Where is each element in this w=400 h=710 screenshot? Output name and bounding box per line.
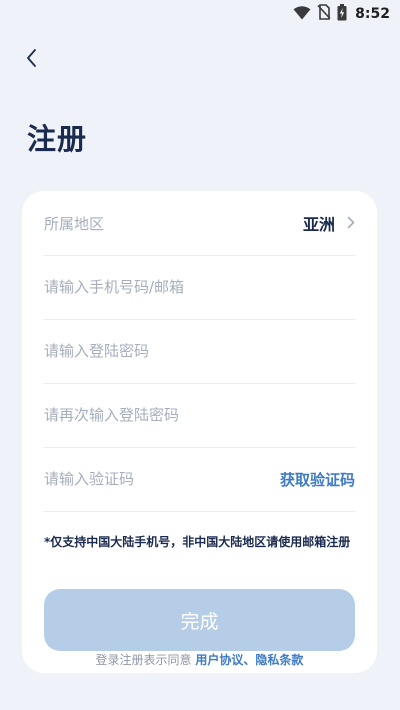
no-sim-icon xyxy=(317,4,331,24)
region-value: 亚洲 xyxy=(302,215,335,234)
wifi-icon xyxy=(293,5,311,24)
battery-charging-icon xyxy=(337,3,347,25)
register-form-card: 所属地区 亚洲 获取验证码 *仅支持中国大陆手机号，非中国大陆地区请使用邮箱注册… xyxy=(22,191,377,673)
password-confirm-input[interactable] xyxy=(44,406,355,424)
password-row xyxy=(44,319,355,384)
chevron-right-icon xyxy=(347,214,355,233)
privacy-policy-link[interactable]: 隐私条款 xyxy=(255,653,303,667)
region-selector[interactable]: 亚洲 xyxy=(303,211,355,235)
region-label: 所属地区 xyxy=(44,214,105,233)
phone-email-input[interactable] xyxy=(44,278,355,296)
user-agreement-link[interactable]: 用户协议 xyxy=(195,653,243,667)
back-button[interactable] xyxy=(18,46,46,74)
password-input[interactable] xyxy=(44,342,355,360)
region-row[interactable]: 所属地区 亚洲 xyxy=(44,191,355,256)
status-icons: 8:52 xyxy=(293,3,390,25)
agreement-prefix: 登录注册表示同意 xyxy=(95,653,192,667)
verification-code-row: 获取验证码 xyxy=(44,447,355,512)
status-bar: 8:52 xyxy=(0,0,400,28)
phone-notice: *仅支持中国大陆手机号，非中国大陆地区请使用邮箱注册 xyxy=(44,535,351,549)
get-code-button[interactable]: 获取验证码 xyxy=(280,469,355,490)
verification-code-input[interactable] xyxy=(44,470,280,488)
submit-button[interactable]: 完成 xyxy=(44,589,355,651)
chevron-left-icon xyxy=(25,48,39,72)
password-confirm-row xyxy=(44,383,355,448)
phone-email-row xyxy=(44,255,355,320)
status-time: 8:52 xyxy=(355,6,390,22)
agreement-separator: 、 xyxy=(243,653,256,667)
page-title: 注册 xyxy=(27,122,88,156)
agreement-text: 登录注册表示同意 用户协议、隐私条款 xyxy=(22,651,377,668)
